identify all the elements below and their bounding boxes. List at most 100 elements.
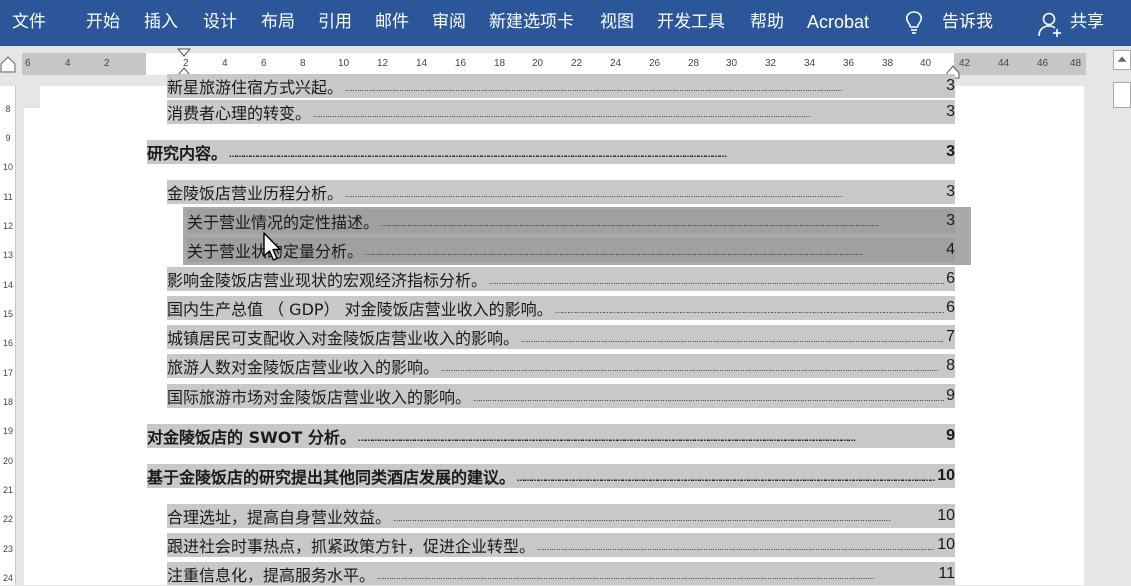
toc-entry[interactable]: 城镇居民可支配收入对金陵饭店营业收入的影响。 7 xyxy=(167,325,955,349)
toc-entry-selected[interactable]: 关于营业情况的定性描述。 3 xyxy=(187,209,955,233)
vruler-number: 18 xyxy=(2,397,13,407)
toc-entry[interactable]: 国内生产总值 （ GDP） 对金陵饭店营业收入的影响。 6 xyxy=(167,296,955,320)
vruler-number: 19 xyxy=(2,426,13,436)
toc-leader-dots xyxy=(489,267,944,291)
toc-page-number: 10 xyxy=(937,507,955,524)
vruler-number: 13 xyxy=(2,250,13,260)
vruler-number: 12 xyxy=(2,221,13,231)
tab-new[interactable]: 新建选项卡 xyxy=(489,10,574,34)
ruler-number: 36 xyxy=(843,58,855,69)
toc-leader-dots xyxy=(229,140,944,164)
ruler-number: 26 xyxy=(649,58,661,69)
tab-acrobat[interactable]: Acrobat xyxy=(807,10,869,34)
ruler-number: 48 xyxy=(1070,58,1082,69)
vruler-number: 21 xyxy=(2,485,13,495)
vertical-scrollbar[interactable] xyxy=(1110,46,1131,585)
ruler-number: 42 xyxy=(959,58,971,69)
ruler-number: 46 xyxy=(1037,58,1049,69)
toc-entry-text: 国内生产总值 （ GDP） 对金陵饭店营业收入的影响。 xyxy=(167,300,553,319)
tab-insert[interactable]: 插入 xyxy=(144,10,178,34)
tab-design[interactable]: 设计 xyxy=(203,10,237,34)
tab-references[interactable]: 引用 xyxy=(318,10,352,34)
tab-review[interactable]: 审阅 xyxy=(432,10,466,34)
scrollbar-thumb[interactable] xyxy=(1113,82,1131,108)
ruler-number: 34 xyxy=(804,58,816,69)
ruler-number: 14 xyxy=(416,58,428,69)
tab-file[interactable]: 文件 xyxy=(12,10,46,34)
ruler-number: 22 xyxy=(571,58,583,69)
toc-entry[interactable]: 旅游人数对金陵饭店营业收入的影响。 8 xyxy=(167,354,955,378)
ruler-number: 38 xyxy=(882,58,894,69)
toc-leader-dots xyxy=(345,74,944,98)
lightbulb-icon[interactable] xyxy=(903,10,925,36)
tab-selector-icon[interactable] xyxy=(0,54,16,74)
tab-developer[interactable]: 开发工具 xyxy=(657,10,725,34)
toc-entry[interactable]: 新星旅游住宿方式兴起。 3 xyxy=(167,74,955,98)
toc-page-number: 8 xyxy=(946,357,955,374)
page-margin-corner xyxy=(24,86,40,108)
tab-mailings[interactable]: 邮件 xyxy=(375,10,409,34)
toc-entry-heading[interactable]: 研究内容。 3 xyxy=(147,140,955,164)
toc-entry[interactable]: 金陵饭店营业历程分析。 3 xyxy=(167,180,955,204)
toc-entry-text: 关于营业情况的定性描述。 xyxy=(187,213,380,232)
vertical-ruler[interactable]: 8 9 10 11 12 13 14 15 16 17 18 19 20 21 … xyxy=(0,86,16,585)
ruler-text-area xyxy=(146,53,954,75)
tab-help[interactable]: 帮助 xyxy=(750,10,784,34)
toc-entry[interactable]: 注重信息化，提高服务水平。 11 xyxy=(167,562,955,585)
toc-page-number: 11 xyxy=(938,564,955,582)
toc-entry[interactable]: 跟进社会时事热点，抓紧政策方针，促进企业转型。 10 xyxy=(167,533,955,557)
toc-entry-text: 国际旅游市场对金陵饭店营业收入的影响。 xyxy=(167,388,472,407)
toc-entry-text: 对金陵饭店的 SWOT 分析。 xyxy=(147,428,356,447)
toc-entry-text: 旅游人数对金陵饭店营业收入的影响。 xyxy=(167,358,440,377)
ruler-number: 6 xyxy=(25,58,31,69)
toc-leader-dots xyxy=(345,180,944,204)
toc-entry-text: 合理选址，提高自身营业效益。 xyxy=(167,508,392,527)
tab-home[interactable]: 开始 xyxy=(86,10,120,34)
tab-view[interactable]: 视图 xyxy=(600,10,634,34)
vruler-number: 10 xyxy=(2,162,13,172)
ruler-number: 18 xyxy=(494,58,506,69)
toc-leader-dots xyxy=(555,296,944,320)
ruler-number: 6 xyxy=(261,58,267,69)
toc-entry-text: 研究内容。 xyxy=(147,144,228,163)
ruler-number: 10 xyxy=(338,58,350,69)
tell-me-search[interactable]: 告诉我 xyxy=(942,10,993,34)
toc-leader-dots xyxy=(521,325,944,349)
toc-entry-heading[interactable]: 基于金陵饭店的研究提出其他同类酒店发展的建议。 10 xyxy=(147,464,955,488)
ruler-number: 32 xyxy=(765,58,777,69)
toc-entry-heading[interactable]: 对金陵饭店的 SWOT 分析。 9 xyxy=(147,424,955,448)
toc-leader-dots xyxy=(441,354,944,378)
toc-leader-dots xyxy=(365,238,944,262)
toc-entry-text: 跟进社会时事热点，抓紧政策方针，促进企业转型。 xyxy=(167,537,536,556)
ruler-number: 24 xyxy=(610,58,622,69)
toc-entry[interactable]: 合理选址，提高自身营业效益。 10 xyxy=(167,504,955,528)
toc-leader-dots xyxy=(517,464,935,488)
toc-leader-dots xyxy=(381,209,944,233)
tab-layout[interactable]: 布局 xyxy=(261,10,295,34)
toc-leader-dots xyxy=(393,504,935,528)
toc-page-number: 10 xyxy=(937,467,955,484)
toc-entry-selected[interactable]: 关于营业状的定量分析。4 xyxy=(187,238,955,262)
toc-entry-text: 注重信息化，提高服务水平。 xyxy=(167,565,376,585)
ruler-number: 12 xyxy=(377,58,389,69)
toc-entry[interactable]: 影响金陵饭店营业现状的宏观经济指标分析。 6 xyxy=(167,267,955,291)
vruler-number: 8 xyxy=(5,104,11,114)
toc-page-number: 4 xyxy=(946,241,955,258)
toc-page-number: 3 xyxy=(946,183,955,200)
toc-page-number: 9 xyxy=(946,387,955,404)
ruler-number: 4 xyxy=(222,58,228,69)
person-add-icon[interactable] xyxy=(1038,10,1064,38)
share-button[interactable]: 共享 xyxy=(1070,10,1104,34)
vruler-number: 15 xyxy=(2,309,13,319)
scroll-up-icon[interactable] xyxy=(1113,50,1131,70)
toc-leader-dots xyxy=(313,100,944,124)
toc-page-number: 3 xyxy=(946,103,955,120)
toc-entry-text: 影响金陵饭店营业现状的宏观经济指标分析。 xyxy=(167,271,488,290)
toc-page-number: 7 xyxy=(946,328,955,345)
vruler-number: 23 xyxy=(2,544,13,554)
toc-entry[interactable]: 消费者心理的转变。 3 xyxy=(167,100,955,124)
toc-leader-dots xyxy=(377,562,936,586)
toc-entry[interactable]: 国际旅游市场对金陵饭店营业收入的影响。 9 xyxy=(167,384,955,408)
toc-entry-text: 新星旅游住宿方式兴起。 xyxy=(167,78,344,97)
toc-page-number: 3 xyxy=(946,77,955,94)
